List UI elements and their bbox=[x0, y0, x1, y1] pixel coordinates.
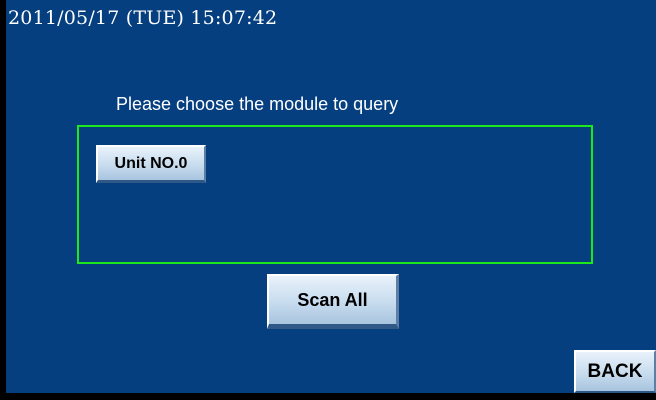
screen-bezel-bottom bbox=[0, 393, 656, 400]
module-query-prompt: Please choose the module to query bbox=[116, 94, 399, 114]
datetime-display: 2011/05/17 (TUE) 15:07:42 bbox=[8, 7, 278, 29]
back-button[interactable]: BACK bbox=[574, 350, 656, 393]
unit-0-button[interactable]: Unit NO.0 bbox=[96, 145, 206, 183]
scan-all-button[interactable]: Scan All bbox=[267, 274, 399, 329]
